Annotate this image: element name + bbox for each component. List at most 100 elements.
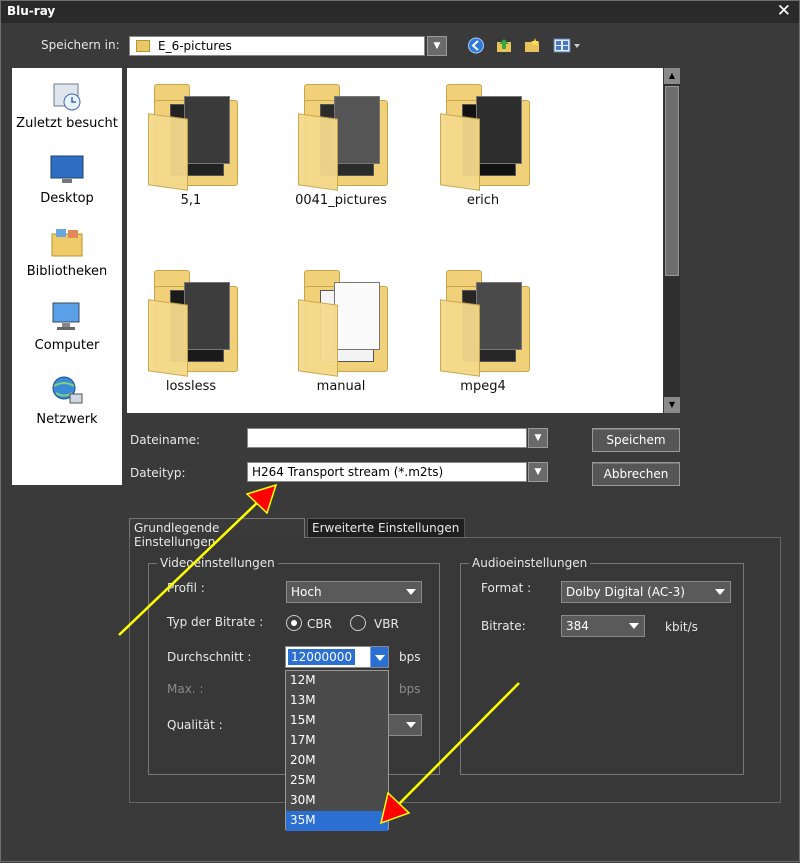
audio-bitrate-unit: kbit/s <box>665 620 698 634</box>
audio-bitrate-select[interactable]: 384 <box>561 615 645 637</box>
chevron-down-icon <box>715 589 725 595</box>
new-folder-icon[interactable] <box>523 37 541 54</box>
cbr-radio[interactable] <box>286 615 302 631</box>
save-button[interactable]: Speichem <box>592 428 680 452</box>
place-recent[interactable]: Zuletzt besucht <box>12 78 122 131</box>
chevron-down-icon <box>406 589 416 595</box>
tab-advanced-settings[interactable]: Erweiterte Einstellungen <box>307 518 465 538</box>
view-menu-icon[interactable] <box>553 37 583 54</box>
place-label: Bibliotheken <box>26 264 108 279</box>
dropdown-option[interactable]: 17M <box>286 731 388 751</box>
place-network[interactable]: Netzwerk <box>12 374 122 427</box>
dropdown-option[interactable]: 20M <box>286 751 388 771</box>
profile-label: Profil : <box>167 581 205 595</box>
place-desktop[interactable]: Desktop <box>12 153 122 206</box>
profile-value: Hoch <box>291 585 322 599</box>
annotation-arrow-head <box>245 483 278 515</box>
average-label: Durchschnitt : <box>167 650 252 664</box>
chevron-down-icon[interactable] <box>370 647 388 667</box>
place-label: Computer <box>34 338 100 353</box>
dropdown-option[interactable]: 30M <box>286 791 388 811</box>
folder-icon <box>436 72 531 191</box>
dropdown-option[interactable]: 25M <box>286 771 388 791</box>
tab-panel: Videoeinstellungen Profil : Hoch Typ der… <box>129 537 781 803</box>
average-bitrate-combo[interactable]: 12000000 <box>285 646 389 668</box>
max-unit: bps <box>399 682 421 696</box>
vbr-radio[interactable] <box>350 615 366 631</box>
place-label: Desktop <box>40 191 94 206</box>
place-libraries[interactable]: Bibliotheken <box>12 226 122 279</box>
folder-item[interactable]: erich <box>423 72 543 208</box>
average-bitrate-value[interactable]: 12000000 <box>288 649 356 665</box>
chevron-down-icon <box>406 722 416 728</box>
audio-bitrate-value: 384 <box>566 619 589 633</box>
chevron-down-icon <box>629 623 639 629</box>
audio-bitrate-label: Bitrate: <box>481 619 526 633</box>
cancel-button[interactable]: Abbrechen <box>592 462 680 486</box>
window-title: Blu-ray <box>7 4 56 18</box>
audio-group-title: Audioeinstellungen <box>469 556 591 570</box>
folder-name: erich <box>466 193 500 208</box>
close-icon[interactable]: ✕ <box>777 1 791 21</box>
filename-dropdown-button[interactable]: ▼ <box>528 428 548 448</box>
folder-name: lossless <box>165 379 217 394</box>
folder-name: 5,1 <box>180 193 202 208</box>
filename-label: Dateiname: <box>130 433 201 447</box>
folder-icon <box>144 258 239 377</box>
libraries-icon <box>51 229 83 257</box>
folder-icon <box>294 72 389 191</box>
dropdown-option-selected[interactable]: 35M <box>286 811 388 831</box>
audio-format-value: Dolby Digital (AC-3) <box>566 585 685 599</box>
scroll-thumb[interactable] <box>665 86 679 276</box>
folder-item[interactable]: mpeg4 <box>423 258 543 394</box>
format-label: Format : <box>481 581 532 595</box>
back-icon[interactable] <box>467 37 485 54</box>
location-combo[interactable]: E_6-pictures <box>129 36 425 56</box>
cbr-label: CBR <box>307 617 332 631</box>
tab-basic-settings[interactable]: Grundlegende Einstellungen <box>129 518 305 549</box>
desktop-icon <box>50 155 84 183</box>
folder-icon <box>294 258 389 377</box>
recent-places-icon <box>53 83 81 111</box>
folder-item[interactable]: 5,1 <box>131 72 251 208</box>
quality-label: Qualität : <box>167 718 223 732</box>
save-dialog: Blu-ray ✕ Speichern in: E_6-pictures ▼ Z… <box>0 0 800 862</box>
folder-name: mpeg4 <box>460 379 506 394</box>
place-label: Netzwerk <box>36 412 98 427</box>
audio-settings-group: Audioeinstellungen Format : Dolby Digita… <box>460 556 744 775</box>
filetype-dropdown-button[interactable]: ▼ <box>528 462 548 482</box>
average-bitrate-dropdown: 12M 13M 15M 17M 20M 25M 30M 35M <box>285 670 389 831</box>
folder-name: 0041_pictures <box>295 193 387 208</box>
bitrate-type-label: Typ der Bitrate : <box>167 615 264 629</box>
average-unit: bps <box>399 650 421 664</box>
scroll-down-icon[interactable]: ▼ <box>664 397 680 413</box>
dropdown-option[interactable]: 12M <box>286 671 388 691</box>
location-dropdown-button[interactable]: ▼ <box>427 36 447 56</box>
audio-format-select[interactable]: Dolby Digital (AC-3) <box>561 581 731 603</box>
filename-input[interactable] <box>247 428 527 448</box>
location-label: Speichern in: <box>41 38 120 52</box>
vbr-label: VBR <box>374 617 399 631</box>
folder-item[interactable]: 0041_pictures <box>281 72 401 208</box>
folder-icon <box>136 40 150 52</box>
file-list-scrollbar[interactable]: ▲ ▼ <box>664 68 680 413</box>
folder-name: manual <box>316 379 366 394</box>
place-computer[interactable]: Computer <box>12 300 122 353</box>
scroll-up-icon[interactable]: ▲ <box>664 68 680 84</box>
up-folder-icon[interactable] <box>495 37 513 54</box>
file-list: 5,1 0041_pictures erich lossless manual … <box>127 68 663 413</box>
folder-item[interactable]: lossless <box>131 258 251 394</box>
folder-item[interactable]: manual <box>281 258 401 394</box>
folder-icon <box>436 258 531 377</box>
max-label: Max. : <box>167 682 204 696</box>
location-value: E_6-pictures <box>158 39 232 53</box>
filetype-select[interactable]: H264 Transport stream (*.m2ts) <box>247 462 527 482</box>
folder-icon <box>144 72 239 191</box>
profile-select[interactable]: Hoch <box>286 581 422 603</box>
network-icon <box>52 376 83 404</box>
title-bar: Blu-ray ✕ <box>1 1 799 23</box>
computer-icon <box>52 302 80 330</box>
dropdown-option[interactable]: 15M <box>286 711 388 731</box>
dropdown-option[interactable]: 13M <box>286 691 388 711</box>
places-bar: Zuletzt besucht Desktop Bibliotheken Com… <box>12 68 122 485</box>
